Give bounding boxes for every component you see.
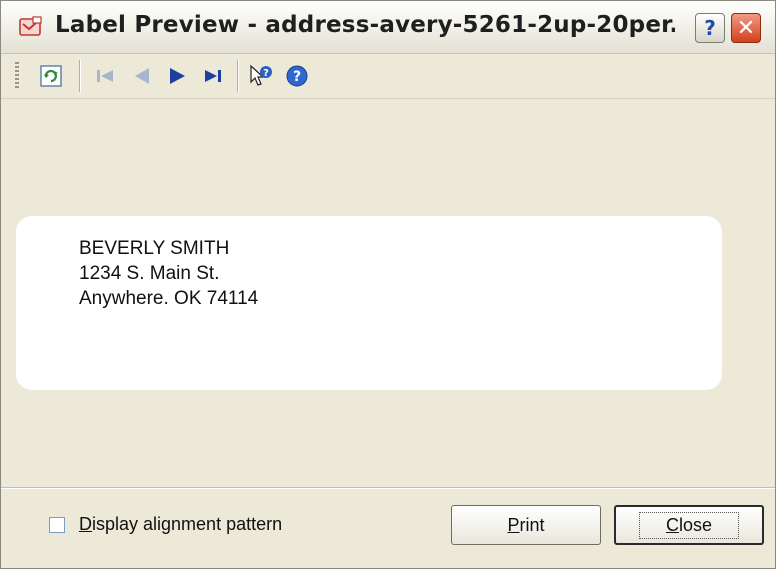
help-icon[interactable]: ? (285, 64, 309, 88)
question-icon: ? (704, 16, 716, 40)
address-name: BEVERLY SMITH (79, 238, 230, 259)
previous-page-icon[interactable] (129, 64, 153, 88)
svg-text:?: ? (293, 69, 301, 85)
address-block: BEVERLY SMITH 1234 S. Main St. Anywhere.… (79, 236, 258, 311)
print-accelerator: P (507, 514, 520, 535)
footer-divider-highlight (1, 488, 775, 489)
checkbox-accelerator: D (79, 514, 92, 534)
label-preview-window: Label Preview - address-avery-5261-2up-2… (0, 0, 776, 569)
close-window-button[interactable]: ✕ (731, 13, 761, 43)
whats-this-icon[interactable]: ? (249, 64, 273, 88)
refresh-icon[interactable] (39, 64, 63, 88)
toolbar-grip[interactable] (15, 62, 19, 90)
toolbar-separator (79, 60, 81, 92)
toolbar-separator (237, 60, 239, 92)
close-accelerator: C (665, 514, 679, 535)
checkbox-label-text: isplay alignment pattern (92, 514, 283, 534)
print-button[interactable]: Print (451, 505, 601, 545)
window-title: Label Preview - address-avery-5261-2up-2… (55, 12, 675, 38)
title-bar[interactable]: Label Preview - address-avery-5261-2up-2… (1, 1, 775, 54)
label-app-icon (19, 16, 42, 36)
svg-text:?: ? (263, 68, 269, 79)
preview-area: BEVERLY SMITH 1234 S. Main St. Anywhere.… (1, 99, 775, 487)
display-alignment-checkbox[interactable] (49, 517, 65, 533)
print-label: rint (519, 514, 545, 535)
toolbar: ? ? (1, 54, 775, 99)
close-label: lose (678, 514, 713, 535)
address-city-state-zip: Anywhere. OK 74114 (79, 288, 259, 309)
close-icon: ✕ (736, 15, 756, 41)
display-alignment-label[interactable]: Display alignment pattern (79, 514, 282, 535)
address-street: 1234 S. Main St. (79, 263, 220, 284)
next-page-icon[interactable] (165, 64, 189, 88)
close-button[interactable]: Close (614, 505, 764, 545)
label-preview: BEVERLY SMITH 1234 S. Main St. Anywhere.… (16, 216, 722, 390)
close-focus-ring: Close (638, 511, 740, 539)
last-page-icon[interactable] (201, 64, 225, 88)
help-button[interactable]: ? (695, 13, 725, 43)
first-page-icon[interactable] (93, 64, 117, 88)
